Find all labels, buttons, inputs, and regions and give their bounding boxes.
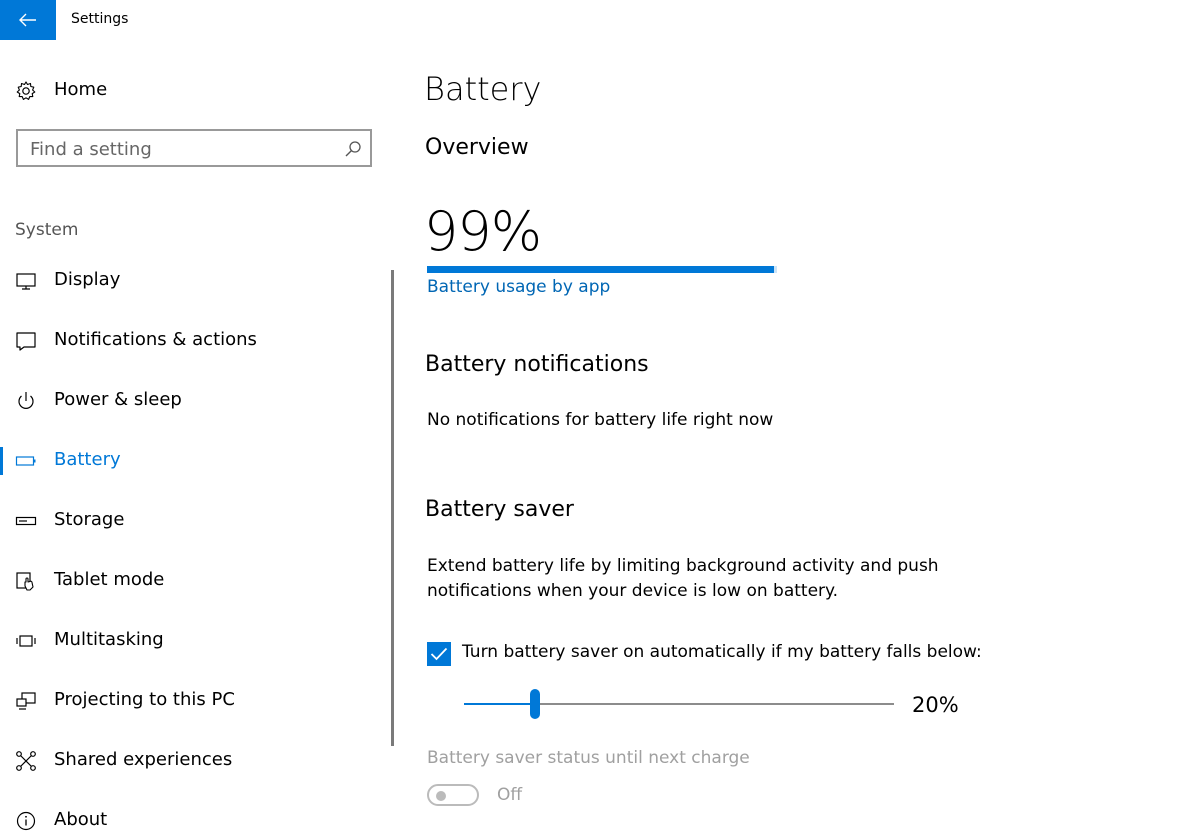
threshold-slider-fill [464,703,536,705]
back-arrow-icon [19,13,36,27]
monitor-icon [15,270,37,292]
checkmark-icon [430,647,448,661]
notifications-message: No notifications for battery life right … [427,410,774,430]
sidebar-item-battery[interactable]: Battery [54,449,121,470]
battery-percentage: 99% [424,200,542,263]
sidebar-home[interactable]: Home [54,79,107,100]
sidebar-item-multitasking[interactable]: Multitasking [54,629,164,650]
gear-icon [15,80,37,102]
sidebar-item-about[interactable]: About [54,809,107,830]
sidebar-item-tablet-mode[interactable]: Tablet mode [54,569,164,590]
sidebar-item-projecting[interactable]: Projecting to this PC [54,689,235,710]
sidebar-item-power-sleep[interactable]: Power & sleep [54,389,182,410]
window-title: Settings [71,11,129,27]
threshold-slider-track[interactable] [464,703,894,705]
sidebar-item-display[interactable]: Display [54,269,120,290]
title-bar: Settings [0,0,1200,40]
selected-indicator [0,447,3,475]
toggle-knob [436,791,446,801]
sidebar-item-shared-experiences[interactable]: Shared experiences [54,749,232,770]
search-icon[interactable] [344,140,362,158]
sidebar-item-notifications[interactable]: Notifications & actions [54,329,257,350]
section-label-system: System [15,220,79,240]
battery-icon [15,450,37,472]
page-title: Battery [424,70,542,108]
saver-status-toggle-text: Off [497,785,523,805]
power-icon [15,390,37,412]
search-input[interactable] [30,137,330,161]
projector-icon [15,690,37,712]
battery-saver-heading: Battery saver [425,497,574,522]
saver-status-label: Battery saver status until next charge [427,748,750,768]
notification-icon [15,330,37,352]
sidebar-item-storage[interactable]: Storage [54,509,124,530]
saver-description-line1: Extend battery life by limiting backgrou… [427,556,939,576]
back-button[interactable] [0,0,56,40]
battery-usage-link[interactable]: Battery usage by app [427,277,610,297]
battery-notifications-heading: Battery notifications [425,352,649,377]
multitasking-icon [15,630,37,652]
info-icon [15,810,37,832]
threshold-value: 20% [912,693,959,717]
storage-drive-icon [15,510,37,532]
search-box [16,129,372,167]
sidebar-scrollbar[interactable] [391,270,394,746]
threshold-slider-thumb[interactable] [530,689,541,719]
shared-experiences-icon [15,750,37,772]
auto-saver-checkbox[interactable] [427,642,451,666]
overview-heading: Overview [425,135,529,160]
saver-status-toggle[interactable] [427,784,479,806]
auto-saver-label[interactable]: Turn battery saver on automatically if m… [462,642,982,662]
tablet-mode-icon [15,570,37,592]
battery-level-fill [427,266,774,273]
battery-level-bar [427,266,777,273]
saver-description-line2: notifications when your device is low on… [427,581,839,601]
